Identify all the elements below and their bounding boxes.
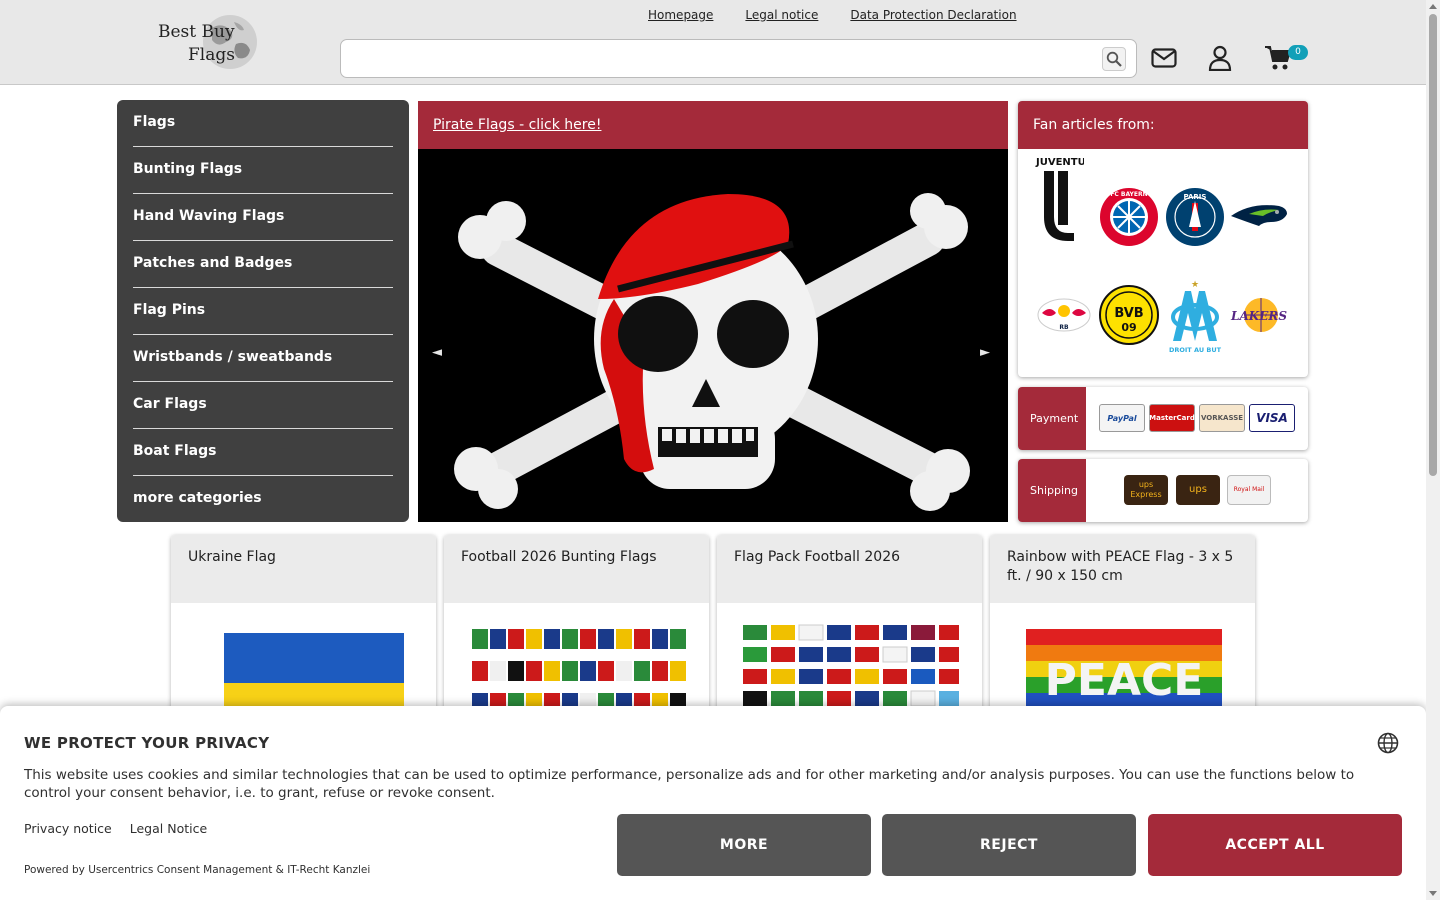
payment-label: Payment	[1018, 387, 1086, 450]
paypal-badge: PayPal	[1099, 404, 1145, 432]
juventus-logo-text: JUVENTUS	[1035, 157, 1084, 168]
ups-express-text: ups	[1138, 480, 1154, 489]
team-logo-rb-leipzig[interactable]: RB	[1033, 284, 1095, 346]
seahawks-logo-icon	[1231, 205, 1287, 226]
juventus-logo-icon: JUVENTUS	[1035, 157, 1084, 241]
product-card[interactable]: Flag Pack Football 2026	[717, 535, 982, 735]
lakers-logo-icon: LAKERS	[1230, 298, 1287, 332]
scroll-down-arrow-icon[interactable]	[1429, 891, 1437, 896]
privacy-notice-link[interactable]: Privacy notice	[24, 821, 112, 836]
prepayment-badge: VORKASSE	[1199, 404, 1245, 432]
product-card[interactable]: Rainbow with PEACE Flag - 3 x 5 ft. / 90…	[990, 535, 1255, 735]
page-scrollbar[interactable]	[1426, 0, 1440, 900]
nav-item-car-flags[interactable]: Car Flags	[133, 382, 393, 429]
psg-logo-text: PARIS	[1184, 193, 1207, 201]
nav-item-boat-flags[interactable]: Boat Flags	[133, 429, 393, 476]
cookie-more-button[interactable]: MORE	[617, 814, 871, 876]
top-links: Homepage Legal notice Data Protection De…	[648, 8, 1017, 22]
svg-text:★: ★	[1191, 280, 1199, 290]
pirate-skull-image	[418, 149, 1008, 522]
product-title: Football 2026 Bunting Flags	[444, 535, 709, 603]
team-logo-lakers[interactable]: LAKERS	[1228, 284, 1290, 346]
mastercard-badge: MasterCard	[1149, 404, 1195, 432]
visa-badge: VISA	[1249, 404, 1295, 432]
language-globe-icon[interactable]	[1377, 732, 1399, 754]
nav-item-wristbands[interactable]: Wristbands / sweatbands	[133, 335, 393, 382]
team-logo-seahawks[interactable]	[1228, 186, 1290, 248]
ups-express-badge: ups Express	[1124, 475, 1168, 505]
cart-count-badge: 0	[1288, 45, 1308, 60]
psg-logo-icon: PARIS	[1166, 188, 1224, 246]
product-title: Rainbow with PEACE Flag - 3 x 5 ft. / 90…	[990, 535, 1255, 603]
rb-leipzig-logo-icon: RB	[1037, 298, 1091, 332]
site-header: Best Buy Flags Homepage Legal notice Dat…	[0, 0, 1426, 85]
team-logo-juventus[interactable]: JUVENTUS	[1028, 157, 1090, 241]
peace-flag-text: PEACE	[1044, 655, 1203, 706]
nav-item-flag-pins[interactable]: Flag Pins	[133, 288, 393, 335]
bvb-logo-icon: BVB 09	[1099, 285, 1159, 345]
pirate-flag-image[interactable]: ◄ ►	[418, 149, 1008, 522]
scrollbar-thumb[interactable]	[1429, 14, 1437, 476]
logo-text-line2: Flags	[188, 45, 235, 65]
search-button[interactable]	[1102, 47, 1126, 71]
cookie-links: Privacy notice Legal Notice	[24, 821, 207, 836]
product-card[interactable]: Football 2026 Bunting Flags	[444, 535, 709, 735]
ups-express-subtext: Express	[1130, 490, 1162, 499]
nav-item-patches-badges[interactable]: Patches and Badges	[133, 241, 393, 288]
product-title: Ukraine Flag	[171, 535, 436, 603]
fan-articles-panel: Fan articles from: JUVENTUS FC BAYERN PA…	[1018, 101, 1308, 377]
nav-item-hand-waving-flags[interactable]: Hand Waving Flags	[133, 194, 393, 241]
bayern-logo-icon: FC BAYERN	[1100, 188, 1158, 246]
royal-mail-badge: Royal Mail	[1227, 475, 1271, 505]
hero-header: Pirate Flags - click here!	[418, 101, 1008, 149]
category-nav: Flags Bunting Flags Hand Waving Flags Pa…	[117, 100, 409, 522]
ups-badge: ups	[1176, 475, 1220, 505]
nav-item-bunting-flags[interactable]: Bunting Flags	[133, 147, 393, 194]
cookie-accept-all-button[interactable]: ACCEPT ALL	[1148, 814, 1402, 876]
marseille-logo-text: DROIT AU BUT	[1169, 346, 1222, 354]
user-icon	[1208, 45, 1232, 71]
product-title: Flag Pack Football 2026	[717, 535, 982, 603]
slider-prev-button[interactable]: ◄	[432, 345, 442, 360]
team-logo-bvb[interactable]: BVB 09	[1098, 284, 1160, 346]
pirate-flags-link[interactable]: Pirate Flags - click here!	[433, 117, 601, 133]
search-icon	[1106, 51, 1122, 67]
team-logo-marseille[interactable]: ★ DROIT AU BUT	[1164, 279, 1226, 355]
cookie-title: WE PROTECT YOUR PRIVACY	[24, 734, 270, 752]
scroll-up-arrow-icon[interactable]	[1429, 4, 1437, 9]
account-button[interactable]	[1205, 43, 1235, 73]
homepage-link[interactable]: Homepage	[648, 8, 713, 22]
bvb-logo-text: BVB	[1114, 306, 1143, 321]
shipping-panel: Shipping ups Express ups Royal Mail	[1018, 459, 1308, 522]
cookie-description: This website uses cookies and similar te…	[24, 767, 1355, 801]
logo-text-line1: Best Buy	[158, 22, 235, 42]
site-logo[interactable]: Best Buy Flags	[150, 12, 270, 74]
cookie-consent-banner: WE PROTECT YOUR PRIVACY This website use…	[0, 706, 1426, 900]
fan-articles-title: Fan articles from:	[1018, 101, 1308, 149]
cookie-powered-by: Powered by Usercentrics Consent Manageme…	[24, 864, 371, 876]
legal-notice-link[interactable]: Legal notice	[745, 8, 818, 22]
team-logo-bayern[interactable]: FC BAYERN	[1098, 186, 1160, 248]
marseille-logo-icon: ★ DROIT AU BUT	[1169, 280, 1222, 354]
svg-text:09: 09	[1121, 321, 1136, 334]
hero-slider: Pirate Flags - click here! ◄ ►	[418, 101, 1008, 522]
team-logo-psg[interactable]: PARIS	[1164, 186, 1226, 248]
payment-panel: Payment PayPal MasterCard VORKASSE VISA	[1018, 387, 1308, 450]
slider-next-button[interactable]: ►	[980, 345, 990, 360]
nav-item-flags[interactable]: Flags	[133, 100, 393, 147]
search-input[interactable]	[351, 46, 1091, 72]
contact-button[interactable]	[1149, 43, 1179, 73]
legal-notice-link-cookie[interactable]: Legal Notice	[130, 821, 207, 836]
cookie-reject-button[interactable]: REJECT	[882, 814, 1136, 876]
bayern-logo-text: FC BAYERN	[1110, 191, 1147, 198]
search-box	[340, 39, 1137, 78]
data-protection-link[interactable]: Data Protection Declaration	[850, 8, 1016, 22]
mail-icon	[1151, 48, 1177, 68]
nav-item-more-categories[interactable]: more categories	[133, 476, 393, 523]
product-card[interactable]: Ukraine Flag	[171, 535, 436, 735]
shipping-label: Shipping	[1018, 459, 1086, 522]
rb-leipzig-logo-text: RB	[1059, 324, 1069, 331]
lakers-logo-text: LAKERS	[1230, 309, 1287, 323]
